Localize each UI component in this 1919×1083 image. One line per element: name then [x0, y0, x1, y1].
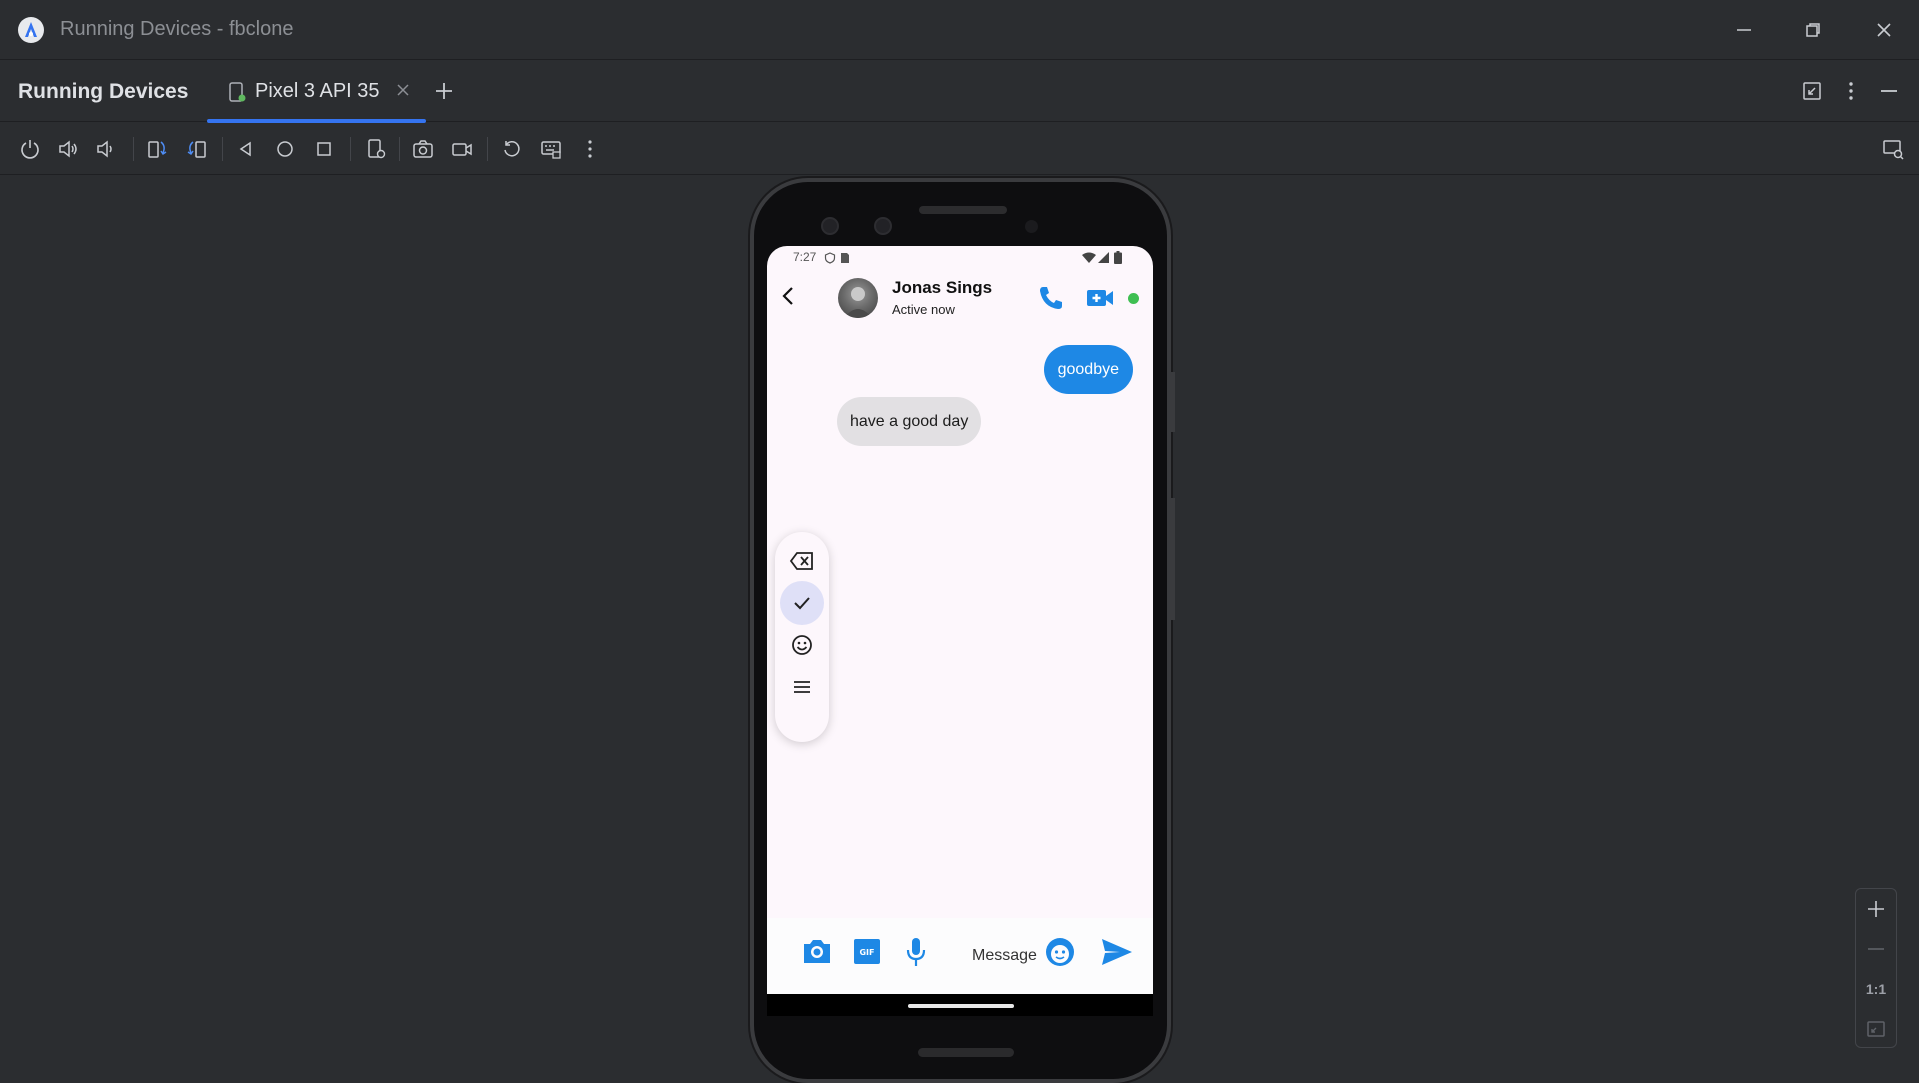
message-input-bar: GIF Message [767, 918, 1153, 994]
floating-toolbar [775, 532, 829, 742]
close-icon[interactable] [395, 82, 411, 103]
microphone-icon[interactable] [903, 936, 929, 973]
fit-screen-button[interactable] [1856, 1009, 1896, 1049]
emoji-icon[interactable] [780, 623, 824, 667]
restore-button[interactable] [1788, 10, 1838, 50]
keyboard-input-button[interactable] [537, 135, 565, 163]
panel-title: Running Devices [18, 80, 189, 103]
add-tab-button[interactable] [432, 79, 456, 108]
send-icon[interactable] [1100, 936, 1134, 973]
screen-record-button[interactable] [448, 135, 476, 163]
home-button[interactable] [271, 135, 299, 163]
avatar[interactable] [838, 278, 878, 318]
phone-power-key[interactable] [1171, 372, 1175, 432]
more-vertical-icon[interactable] [1839, 79, 1863, 108]
menu-icon[interactable] [780, 665, 824, 709]
sim-card-icon [841, 253, 849, 263]
home-gesture-pill[interactable] [908, 1004, 1014, 1008]
backspace-icon[interactable] [780, 539, 824, 583]
gif-icon[interactable]: GIF [853, 936, 881, 971]
tab-label: Pixel 3 API 35 [255, 80, 380, 102]
zoom-in-button[interactable] [1856, 889, 1896, 929]
video-call-icon[interactable] [1085, 284, 1115, 317]
online-status-dot [1128, 293, 1139, 304]
phone-volume-key[interactable] [1171, 498, 1175, 620]
wifi-icon [1082, 252, 1096, 263]
phone-call-icon[interactable] [1037, 284, 1065, 317]
contact-name: Jonas Sings [892, 278, 993, 297]
device-icon [227, 81, 247, 108]
contact-status: Active now [892, 302, 955, 317]
zoom-controls: 1:1 [1855, 888, 1897, 1048]
navigation-bar [767, 994, 1153, 1016]
more-vertical-icon[interactable] [576, 135, 604, 163]
device-screen[interactable]: 7:27 Jonas Sings Active now goodbye have… [767, 246, 1153, 994]
sticker-face-icon[interactable] [1044, 936, 1076, 973]
battery-icon [1114, 251, 1122, 264]
toolbar-separator [222, 137, 223, 161]
power-button[interactable] [16, 135, 44, 163]
volume-down-button[interactable] [91, 135, 119, 163]
toolbar-separator [487, 137, 488, 161]
reset-button[interactable] [498, 135, 526, 163]
outgoing-message-bubble[interactable]: goodbye [1043, 345, 1133, 394]
tab-pixel-3-api-35[interactable]: Pixel 3 API 35 [207, 61, 426, 123]
toolbar-separator [399, 137, 400, 161]
rotate-right-button[interactable] [183, 135, 211, 163]
chat-header: Jonas Sings Active now [767, 270, 1153, 326]
zoom-out-button[interactable] [1856, 929, 1896, 969]
status-bar: 7:27 [767, 246, 1153, 270]
toolbar-separator [133, 137, 134, 161]
toolbar-separator [350, 137, 351, 161]
incoming-message-bubble[interactable]: have a good day [837, 397, 982, 446]
overview-button[interactable] [310, 135, 338, 163]
front-camera-icon [874, 217, 892, 235]
device-toolbar [0, 123, 1919, 175]
device-settings-button[interactable] [362, 135, 390, 163]
message-input[interactable]: Message [972, 947, 1037, 965]
screenshot-button[interactable] [409, 135, 437, 163]
shield-icon [824, 252, 836, 264]
title-bar: Running Devices - fbclone [0, 0, 1919, 60]
rotate-left-button[interactable] [143, 135, 171, 163]
status-time: 7:27 [793, 250, 817, 264]
hide-panel-button[interactable] [1877, 79, 1901, 108]
phone-speaker [919, 206, 1007, 214]
back-button[interactable] [232, 135, 260, 163]
phone-speaker [918, 1048, 1014, 1057]
camera-icon[interactable] [801, 936, 833, 971]
front-camera-icon [821, 217, 839, 235]
proximity-sensor [1025, 220, 1038, 233]
window-title: Running Devices - fbclone [60, 18, 294, 40]
actual-size-button[interactable]: 1:1 [1856, 969, 1896, 1009]
back-arrow-icon[interactable] [777, 284, 801, 313]
svg-text:GIF: GIF [859, 948, 874, 957]
signal-icon [1098, 252, 1109, 263]
check-icon[interactable] [780, 581, 824, 625]
panel-tab-bar: Running Devices Pixel 3 API 35 [0, 61, 1919, 123]
detach-panel-button[interactable] [1800, 79, 1824, 108]
close-window-button[interactable] [1859, 10, 1909, 50]
volume-up-button[interactable] [54, 135, 82, 163]
minimize-button[interactable] [1719, 10, 1769, 50]
android-studio-logo-icon [18, 17, 44, 43]
device-search-button[interactable] [1879, 135, 1907, 163]
